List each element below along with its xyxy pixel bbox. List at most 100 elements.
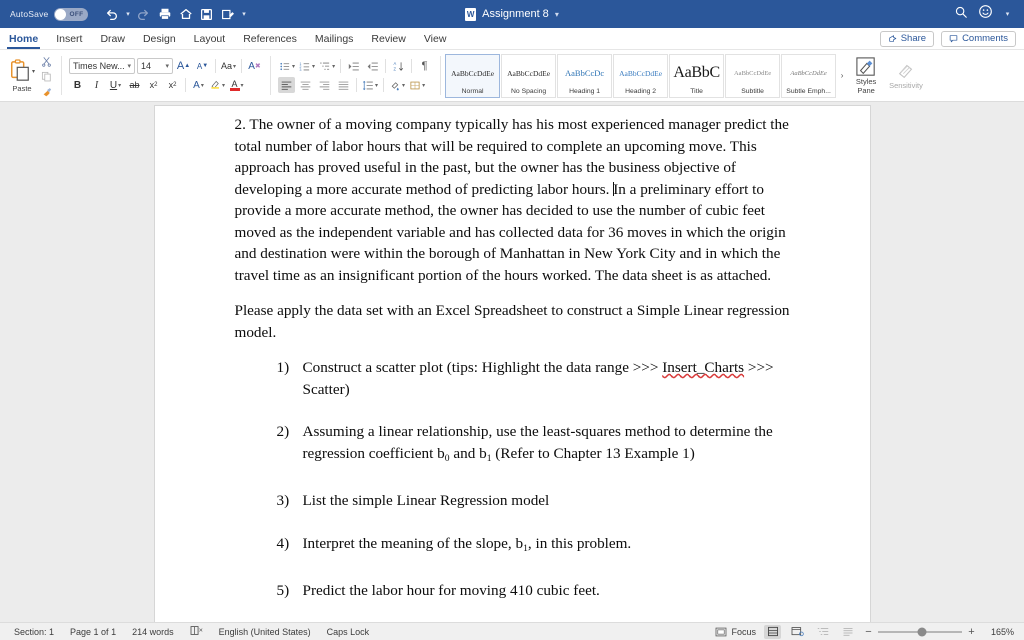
redo-icon[interactable] [134,5,153,24]
borders-button[interactable]: ▾ [408,77,426,93]
tab-design[interactable]: Design [134,28,185,49]
document-page[interactable]: 2. The owner of a moving company typical… [154,106,870,622]
autosave-control[interactable]: AutoSave OFF [0,7,89,21]
status-section[interactable]: Section: 1 [14,627,54,637]
paste-button[interactable]: ▾ Paste [5,51,39,100]
view-web-layout-button[interactable] [789,625,806,639]
account-dropdown-icon[interactable]: ▾ [1003,10,1012,18]
superscript-button[interactable]: x2 [164,77,181,93]
style-title[interactable]: AaBbC Title [669,53,725,98]
align-right-button[interactable] [316,77,333,93]
focus-button[interactable]: Focus [715,627,756,637]
tab-review[interactable]: Review [362,28,414,49]
shading-button[interactable]: ▾ [388,77,406,93]
title-dropdown-icon[interactable]: ▾ [555,10,559,19]
home-icon[interactable] [176,5,195,24]
zoom-knob[interactable] [917,627,927,636]
cut-button[interactable] [39,55,54,68]
tab-layout[interactable]: Layout [185,28,235,49]
decrease-indent-button[interactable] [345,58,362,74]
ribbon-actions: Share Comments [879,28,1024,49]
misspelled-word[interactable]: Insert_Charts [662,359,744,376]
text-effects-button[interactable]: A ▾ [190,77,207,93]
search-icon[interactable] [954,5,968,24]
style-no-spacing[interactable]: AaBbCcDdEe No Spacing [501,53,557,98]
grow-font-button[interactable]: A ▲ [175,58,192,74]
print-icon[interactable] [155,5,174,24]
title-bar-actions: ▾ [954,4,1024,24]
multilevel-list-button[interactable]: ▾ [318,58,336,74]
status-page[interactable]: Page 1 of 1 [70,627,116,637]
tab-draw[interactable]: Draw [91,28,134,49]
increase-indent-button[interactable] [364,58,381,74]
status-word-count[interactable]: 214 words [132,627,174,637]
change-case-button[interactable]: Aa ▾ [220,58,237,74]
style-subtle-emphasis[interactable]: AaBbCcDdEe Subtle Emph... [781,53,837,98]
paragraph-group: ▾ 123 ▾ ▾ A Z ¶ ▾ ▾ ▾ [273,51,438,100]
comments-button[interactable]: Comments [941,30,1016,47]
font-size-combo[interactable]: 14 ▾ [137,58,173,74]
edit-icon[interactable] [218,5,237,24]
zoom-out-button[interactable]: − [864,626,873,638]
account-icon[interactable] [978,4,993,24]
undo-icon[interactable] [102,5,121,24]
font-color-button[interactable]: A ▾ [228,77,245,93]
sort-button[interactable]: AZ [390,58,407,74]
paste-dropdown-icon[interactable]: ▾ [32,68,35,75]
status-left: Section: 1 Page 1 of 1 214 words ✕ Engli… [0,625,369,638]
web-layout-icon [791,627,804,637]
pilcrow-icon: ¶ [421,60,428,72]
sensitivity-button[interactable]: Sensitivity [883,51,929,100]
view-print-layout-button[interactable] [764,624,781,639]
style-heading-2[interactable]: AaBbCcDdEe Heading 2 [613,53,669,98]
style-subtitle[interactable]: AaBbCcDdEe Subtitle [725,53,781,98]
tab-view[interactable]: View [415,28,456,49]
show-formatting-marks-button[interactable]: ¶ [416,58,433,74]
strikethrough-button[interactable]: ab [126,77,143,93]
proofing-icon[interactable]: ✕ [190,625,203,638]
clear-formatting-button[interactable]: A ✖ [246,58,263,74]
style-normal[interactable]: AaBbCcDdEe Normal [445,53,501,98]
save-icon[interactable] [197,5,216,24]
italic-button[interactable]: I [88,77,105,93]
font-controls: Times New... ▾ 14 ▾ A ▲ A ▼ Aa ▾ A ✖ B I… [69,51,263,100]
style-name: Subtitle [741,87,764,95]
numbering-button[interactable]: 123 ▾ [298,58,316,74]
subscript-button[interactable]: x2 [145,77,162,93]
share-button[interactable]: Share [879,30,935,47]
style-heading-1[interactable]: AaBbCcDc Heading 1 [557,53,613,98]
item2-b: and b [449,444,487,462]
zoom-in-button[interactable]: + [967,626,976,638]
align-left-button[interactable] [278,77,296,93]
qat-more-icon[interactable]: ▾ [239,10,248,18]
zoom-track[interactable] [878,627,962,636]
zoom-slider[interactable]: − + [864,626,976,638]
tab-insert[interactable]: Insert [47,28,91,49]
undo-dropdown-icon[interactable]: ▾ [123,10,132,18]
autosave-toggle[interactable]: OFF [54,7,89,21]
view-draft-button[interactable] [839,625,856,639]
tab-references[interactable]: References [234,28,306,49]
font-name-combo[interactable]: Times New... ▾ [69,58,135,74]
styles-gallery-more-icon[interactable]: › [837,71,847,80]
bold-button[interactable]: B [69,77,86,93]
shrink-font-button[interactable]: A ▼ [194,58,211,74]
tab-home[interactable]: Home [0,28,47,49]
tab-mailings[interactable]: Mailings [306,28,363,49]
highlight-button[interactable]: ▾ [209,77,226,93]
format-painter-button[interactable] [39,85,54,98]
list-item-text: Assuming a linear relationship, use the … [303,421,798,469]
bullets-button[interactable]: ▾ [278,58,296,74]
copy-button[interactable] [39,70,54,83]
zoom-value[interactable]: 165% [984,627,1014,637]
align-center-button[interactable] [297,77,314,93]
list-item: 1) Construct a scatter plot (tips: Highl… [277,357,798,400]
status-language[interactable]: English (United States) [219,627,311,637]
styles-pane-button[interactable]: Styles Pane [849,51,883,100]
align-left-icon [281,81,292,90]
document-canvas[interactable]: 2. The owner of a moving company typical… [0,102,1024,622]
justify-button[interactable] [335,77,352,93]
line-spacing-button[interactable]: ▾ [361,77,379,93]
view-outline-button[interactable] [814,625,831,639]
underline-button[interactable]: U ▾ [107,77,124,93]
